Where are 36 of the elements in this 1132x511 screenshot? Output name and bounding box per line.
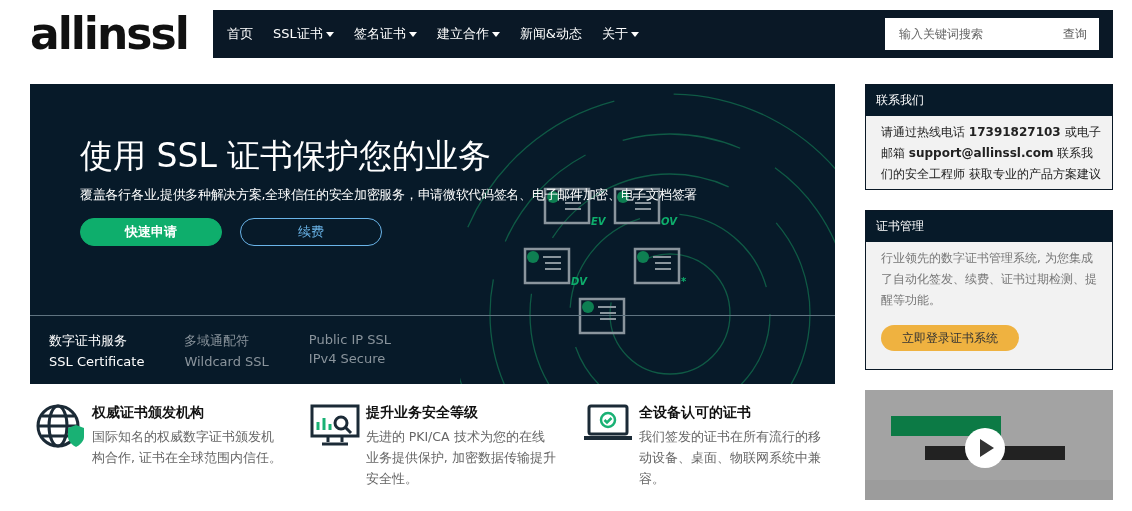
nav-item[interactable]: 关于 (601, 25, 639, 43)
certificate-icon (523, 247, 571, 285)
certificate-label: EV (591, 216, 606, 227)
monitor-chart-icon (309, 404, 360, 448)
certificate-label: * (681, 276, 687, 287)
feature-title: 权威证书颁发机构 (92, 404, 205, 422)
feature-text: 我们签发的证书在所有流行的移动设备、桌面、物联网系统中兼容。 (639, 428, 823, 488)
nav-item[interactable]: SSL证书 (273, 25, 334, 43)
card-title: 证书管理 (866, 211, 1112, 242)
card-title: 联系我们 (866, 85, 1112, 116)
feature-text: 国际知名的权威数字证书颁发机构合作, 证书在全球范围内信任。 (92, 428, 282, 467)
hero-tab[interactable]: 数字证书服务 SSL Certificate (49, 332, 145, 369)
nav-item[interactable]: 建立合作 (436, 25, 500, 43)
contact-text: 请通过热线电话 17391827103 或电子邮箱 support@allinssl.com 联系我们的安全工程师 获取专业的产品方案建议 (880, 124, 1102, 183)
feature-title: 全设备认可的证书 (639, 404, 753, 422)
certificate-icon (578, 297, 626, 335)
search-field[interactable]: 输入关键词搜索 查询 (885, 18, 1099, 50)
hero-tab[interactable]: 多域通配符 Wildcard SSL (184, 332, 269, 369)
feature-text: 先进的 PKI/CA 技术为您的在线业务提供保护, 加密数据传输提升安全性。 (365, 428, 556, 488)
logo[interactable]: allinssl (30, 12, 199, 56)
certificate-label: DV (571, 276, 588, 287)
search-button[interactable]: 查询 (1063, 25, 1087, 43)
hero-tab[interactable]: Public IP SSL IPv4 Secure (308, 332, 391, 369)
certificate-label: OV (661, 216, 677, 227)
nav-item[interactable]: 签名证书 (353, 25, 417, 43)
hero-title: 使用 SSL 证书保护您的业务 (80, 135, 493, 177)
feature-title: 提升业务安全等级 (365, 404, 479, 422)
certificate-icon (633, 247, 681, 285)
play-icon[interactable] (965, 428, 1005, 468)
hero-subtitle: 覆盖各行各业,提供多种解决方案,全球信任的安全加密服务，申请微软代码签名、电子邮件加密、电子文档签署 (80, 187, 698, 204)
management-text: 行业领先的数字证书管理系统, 为您集成了自动化签发、续费、证书过期检测、提醒等功能。 (880, 250, 1098, 309)
certificate-icon (613, 187, 661, 225)
nav-item[interactable]: 首页 (227, 25, 253, 43)
nav-item[interactable]: 新闻&动态 (519, 25, 582, 43)
login-button[interactable]: 立即登录证书系统 (881, 325, 1019, 351)
globe-shield-icon (36, 404, 86, 450)
